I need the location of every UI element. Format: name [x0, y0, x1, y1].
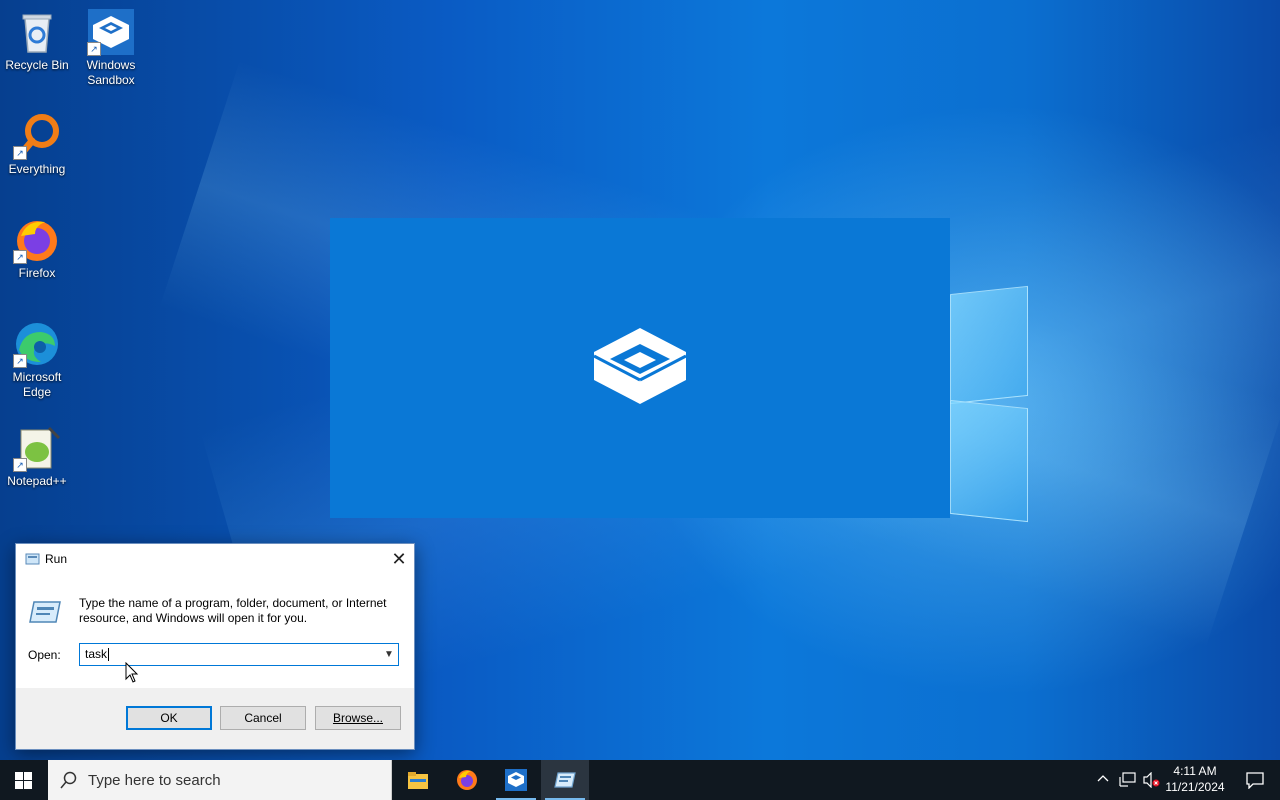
taskbar: Type here to search 4:11 AM 11/21/2024	[0, 760, 1280, 800]
run-icon	[554, 772, 576, 788]
run-title: Run	[45, 552, 68, 566]
desktop-icon-label: Notepad++	[7, 474, 67, 488]
desktop-icon-label: Everything	[8, 162, 66, 176]
taskbar-app-run[interactable]	[541, 760, 589, 800]
mouse-cursor-icon	[125, 662, 139, 683]
desktop-icon-recycle-bin[interactable]: Recycle Bin	[0, 8, 74, 73]
firefox-icon	[457, 770, 477, 790]
desktop-icon-label: Recycle Bin	[5, 58, 69, 72]
windows-sandbox-splash	[330, 218, 950, 518]
desktop-icon-label: Windows Sandbox	[86, 58, 136, 87]
edge-icon: ↗	[13, 320, 61, 368]
taskbar-app-firefox[interactable]	[443, 760, 491, 800]
clock-date: 11/21/2024	[1165, 780, 1225, 794]
search-icon	[60, 771, 77, 789]
shortcut-arrow-icon: ↗	[87, 42, 101, 56]
windows-logo-icon	[15, 772, 32, 789]
desktop-icon-firefox[interactable]: ↗ Firefox	[0, 216, 74, 281]
desktop-icon-everything[interactable]: ↗ Everything	[0, 112, 74, 177]
run-titlebar[interactable]: Run ✕	[16, 544, 414, 574]
taskbar-app-file-explorer[interactable]	[394, 760, 442, 800]
ok-button[interactable]: OK	[126, 706, 212, 730]
run-footer: OK Cancel Browse...	[16, 688, 414, 749]
desktop-icon-notepad-plus-plus[interactable]: ↗ Notepad++	[0, 424, 74, 489]
run-program-icon	[29, 601, 61, 623]
network-tray-button[interactable]	[1116, 760, 1138, 800]
network-icon	[1119, 772, 1136, 787]
desktop-icon-label: Firefox	[18, 266, 56, 280]
open-label: Open:	[28, 648, 61, 662]
open-input-value: task	[85, 647, 108, 661]
file-explorer-icon	[408, 772, 428, 789]
action-center-button[interactable]	[1235, 760, 1275, 800]
wallpaper-logo-pane	[950, 285, 1028, 405]
clock-time: 4:11 AM	[1173, 764, 1217, 778]
notification-icon	[1246, 772, 1264, 789]
everything-icon: ↗	[13, 112, 61, 160]
run-description: Type the name of a program, folder, docu…	[79, 596, 387, 625]
start-button[interactable]	[0, 760, 48, 800]
recycle-bin-icon	[13, 8, 61, 56]
chevron-up-icon	[1097, 775, 1109, 782]
desktop-icon-label: Microsoft Edge	[12, 370, 62, 399]
taskbar-search-box[interactable]: Type here to search	[48, 760, 392, 800]
shortcut-arrow-icon: ↗	[13, 146, 27, 160]
browse-button-label: Browse...	[332, 711, 383, 725]
text-caret	[108, 648, 110, 662]
shortcut-arrow-icon: ↗	[13, 354, 27, 368]
windows-sandbox-logo-icon	[593, 328, 687, 404]
run-dialog: Run ✕ Type the name of a program, folder…	[15, 543, 415, 750]
search-placeholder: Type here to search	[88, 772, 221, 789]
windows-sandbox-icon	[505, 769, 527, 791]
close-icon[interactable]: ✕	[384, 544, 414, 574]
desktop-icon-microsoft-edge[interactable]: ↗ Microsoft Edge	[0, 320, 74, 400]
taskbar-app-windows-sandbox[interactable]	[492, 760, 540, 800]
volume-muted-icon	[1143, 772, 1160, 788]
windows-sandbox-icon: ↗	[87, 8, 135, 56]
run-title-icon	[25, 553, 40, 565]
taskbar-clock[interactable]: 4:11 AM 11/21/2024	[1162, 763, 1228, 795]
desktop-icon-windows-sandbox[interactable]: ↗ Windows Sandbox	[74, 8, 148, 88]
show-hidden-icons-button[interactable]	[1094, 760, 1112, 800]
shortcut-arrow-icon: ↗	[13, 250, 27, 264]
wallpaper-logo-pane	[950, 399, 1028, 523]
chevron-down-icon[interactable]: ▼	[380, 644, 398, 665]
firefox-icon: ↗	[13, 216, 61, 264]
volume-tray-button[interactable]	[1140, 760, 1162, 800]
notepad-plus-plus-icon: ↗	[13, 424, 61, 472]
browse-button[interactable]: Browse...	[315, 706, 401, 730]
shortcut-arrow-icon: ↗	[13, 458, 27, 472]
cancel-button[interactable]: Cancel	[220, 706, 306, 730]
